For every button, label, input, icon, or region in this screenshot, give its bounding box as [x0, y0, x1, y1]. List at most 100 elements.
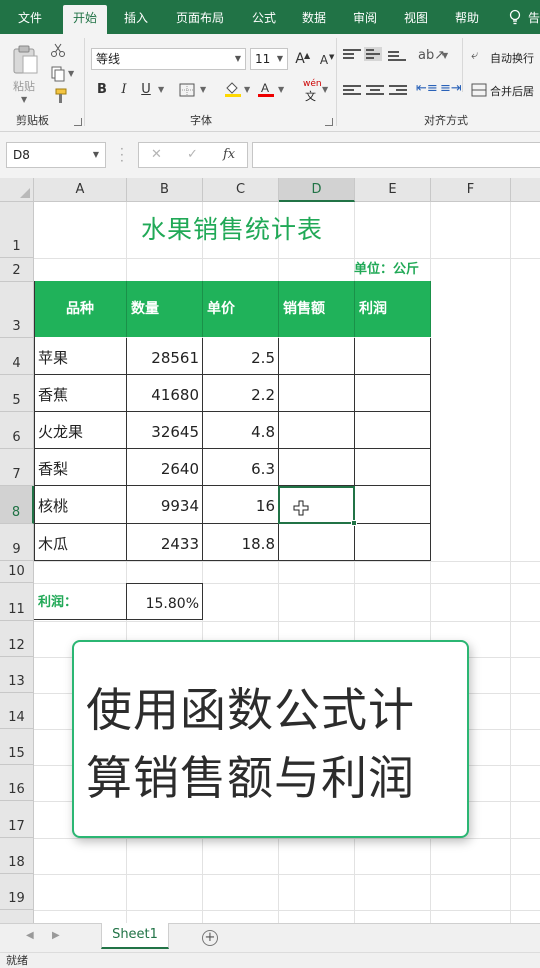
clipboard-launcher-icon[interactable]: [74, 118, 82, 126]
cell-quantity[interactable]: 41680: [127, 375, 203, 412]
row-header-9[interactable]: 9: [0, 524, 34, 561]
font-size-input[interactable]: 11 ▼: [250, 48, 288, 70]
phonetic-guide-char[interactable]: 文: [305, 88, 316, 104]
tab-insert[interactable]: 插入: [124, 0, 148, 34]
tab-help[interactable]: 帮助: [455, 0, 479, 34]
tab-home[interactable]: 开始: [63, 5, 108, 34]
sheet-tab-sheet1[interactable]: Sheet1: [101, 923, 169, 949]
column-header-e[interactable]: E: [355, 178, 431, 202]
format-painter-icon[interactable]: [50, 88, 68, 104]
cell-sales[interactable]: [279, 338, 355, 375]
cell-price[interactable]: 4.8: [203, 412, 279, 449]
cell-variety[interactable]: 木瓜: [34, 524, 127, 561]
header-cell-variety[interactable]: 品种: [34, 281, 127, 337]
italic-button[interactable]: I: [118, 80, 130, 100]
row-header-6[interactable]: 6: [0, 412, 34, 449]
underline-dropdown-arrow[interactable]: ▼: [158, 80, 164, 100]
cell-quantity[interactable]: 28561: [127, 338, 203, 375]
merge-center-icon[interactable]: [471, 83, 487, 97]
column-header-f[interactable]: F: [431, 178, 511, 202]
cell-profit[interactable]: [355, 449, 431, 486]
row-header-13[interactable]: 13: [0, 657, 34, 693]
cell-quantity[interactable]: 32645: [127, 412, 203, 449]
underline-button[interactable]: U: [139, 80, 153, 100]
cell-quantity[interactable]: 2640: [127, 449, 203, 486]
cell-sales[interactable]: [279, 524, 355, 561]
header-cell-quantity[interactable]: 数量: [127, 281, 203, 337]
row-header-1[interactable]: 1: [0, 202, 34, 258]
active-cell-selection[interactable]: [278, 486, 357, 526]
paste-dropdown-arrow[interactable]: ▼: [21, 90, 27, 110]
tab-page-layout[interactable]: 页面布局: [176, 0, 224, 34]
row-header-20[interactable]: [0, 910, 34, 923]
cell-variety[interactable]: 香梨: [34, 449, 127, 486]
cell-sales[interactable]: [279, 412, 355, 449]
tab-data[interactable]: 数据: [302, 0, 326, 34]
cell-variety[interactable]: 火龙果: [34, 412, 127, 449]
add-sheet-button[interactable]: +: [202, 930, 218, 946]
cell-variety[interactable]: 苹果: [34, 338, 127, 375]
tab-formulas[interactable]: 公式: [252, 0, 276, 34]
tell-me-search[interactable]: 告: [528, 0, 540, 34]
profit-value-cell[interactable]: 15.80%: [126, 583, 203, 620]
cancel-icon[interactable]: ✕: [151, 143, 162, 167]
align-bottom-icon[interactable]: [388, 51, 406, 65]
cell-profit[interactable]: [355, 375, 431, 412]
scroll-right-icon[interactable]: ▶: [52, 930, 60, 941]
row-header-7[interactable]: 7: [0, 449, 34, 486]
font-launcher-icon[interactable]: [325, 118, 333, 126]
tab-view[interactable]: 视图: [404, 0, 428, 34]
row-header-14[interactable]: 14: [0, 693, 34, 729]
increase-indent-icon[interactable]: ≡⇥: [440, 81, 462, 96]
row-header-18[interactable]: 18: [0, 838, 34, 874]
font-color-dropdown-arrow[interactable]: ▼: [278, 80, 284, 100]
profit-label-cell[interactable]: 利润：: [34, 583, 127, 620]
align-middle-icon[interactable]: [364, 47, 382, 61]
align-top-icon[interactable]: [343, 49, 361, 63]
unit-cell[interactable]: 单位：公斤: [354, 258, 431, 282]
orientation-dropdown-arrow[interactable]: ▼: [442, 46, 448, 66]
header-cell-profit[interactable]: 利润: [355, 281, 431, 337]
font-color-icon[interactable]: A: [257, 80, 275, 98]
row-header-3[interactable]: 3: [0, 282, 34, 338]
row-header-11[interactable]: 11: [0, 583, 34, 621]
row-header-4[interactable]: 4: [0, 338, 34, 375]
column-header-g[interactable]: [511, 178, 540, 202]
enter-check-icon[interactable]: ✓: [187, 143, 198, 167]
row-header-8[interactable]: 8: [0, 486, 34, 524]
fill-handle[interactable]: [351, 520, 357, 526]
fill-color-dropdown-arrow[interactable]: ▼: [244, 80, 250, 100]
row-header-10[interactable]: 10: [0, 561, 34, 583]
lightbulb-icon[interactable]: [509, 9, 521, 25]
cell-quantity[interactable]: 9934: [127, 486, 203, 524]
insert-function-button[interactable]: fx: [223, 143, 235, 167]
formula-bar-grip-icon[interactable]: · · ·: [120, 143, 124, 167]
wrap-text-button[interactable]: 自动换行: [490, 50, 534, 66]
worksheet-grid[interactable]: A B C D E F 1 2 3 4 5 6 7 8 9 10 11 12 1…: [0, 178, 540, 923]
cell-price[interactable]: 16: [203, 486, 279, 524]
fill-color-icon[interactable]: [224, 80, 242, 98]
borders-dropdown-arrow[interactable]: ▼: [200, 80, 206, 100]
column-header-d[interactable]: D: [279, 178, 355, 202]
cell-sales[interactable]: [279, 375, 355, 412]
decrease-indent-icon[interactable]: ⇤≡: [416, 81, 438, 96]
align-right-icon[interactable]: [389, 85, 407, 99]
cell-variety[interactable]: 核桃: [34, 486, 127, 524]
name-box[interactable]: D8 ▼: [6, 142, 106, 168]
cell-profit[interactable]: [355, 486, 431, 524]
column-header-c[interactable]: C: [203, 178, 279, 202]
tab-review[interactable]: 审阅: [353, 0, 377, 34]
cell-price[interactable]: 18.8: [203, 524, 279, 561]
merge-center-button[interactable]: 合并后居: [490, 83, 534, 99]
row-header-15[interactable]: 15: [0, 729, 34, 765]
cell-price[interactable]: 2.5: [203, 338, 279, 375]
cell-profit[interactable]: [355, 524, 431, 561]
column-header-b[interactable]: B: [127, 178, 203, 202]
cut-icon[interactable]: [50, 42, 66, 58]
row-header-19[interactable]: 19: [0, 874, 34, 910]
align-center-icon[interactable]: [366, 85, 384, 99]
cell-price[interactable]: 2.2: [203, 375, 279, 412]
column-header-a[interactable]: A: [34, 178, 127, 202]
select-all-button[interactable]: [0, 178, 34, 202]
bold-button[interactable]: B: [95, 80, 109, 100]
